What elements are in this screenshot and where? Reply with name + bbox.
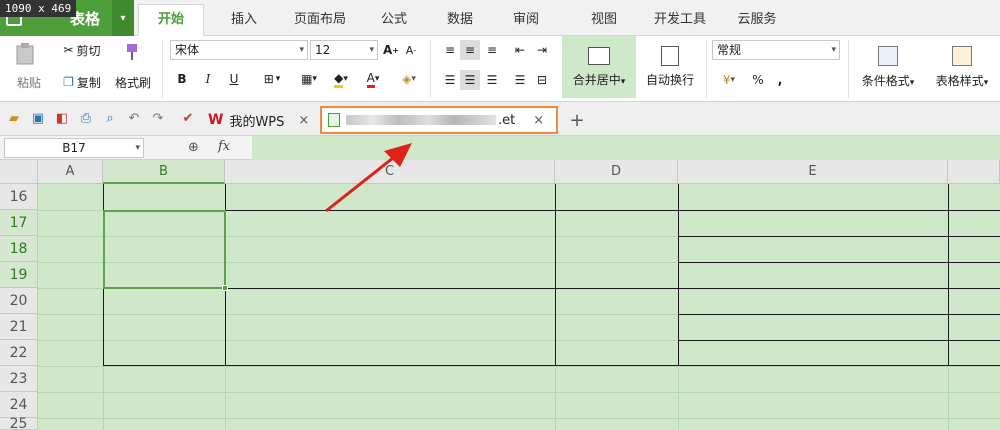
annotation-arrow-icon — [325, 143, 412, 213]
spreadsheet-window: 表格 ▾ 1090 x 469 开始 插入 页面布局 公式 数据 审阅 视图 开… — [0, 0, 1000, 430]
